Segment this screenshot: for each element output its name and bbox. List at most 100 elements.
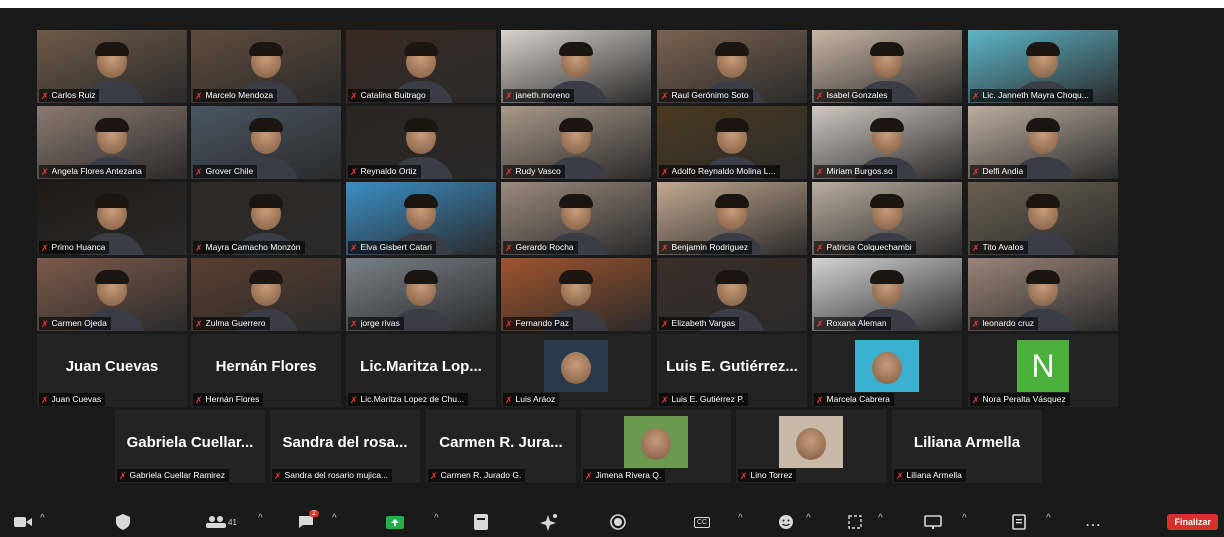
participant-tile[interactable]: Luis E. Gutiérrez... ✗ Luis E. Gutiérrez P… bbox=[657, 334, 807, 407]
captions-icon[interactable]: CC bbox=[694, 511, 711, 533]
participant-name: Sandra del rosario mujica... bbox=[284, 470, 389, 480]
meeting-toolbar: ^ 41 ^ 2 ^ ^ CC ^ ^ ^ ^ ^ ... Finalizar bbox=[0, 508, 1224, 537]
participant-tile[interactable]: ✗ Patricia Colquechambi bbox=[812, 182, 962, 255]
chevron-up-icon[interactable]: ^ bbox=[434, 513, 439, 524]
participant-tile[interactable]: ✗ Catalina Buitrago bbox=[346, 30, 496, 103]
breakout-icon[interactable] bbox=[848, 511, 862, 533]
participant-tile[interactable]: ✗ Primo Huanca bbox=[37, 182, 187, 255]
participant-tile[interactable]: ✗ Roxana Aleman bbox=[812, 258, 962, 331]
participant-name-label: ✗ Primo Huanca bbox=[39, 241, 110, 254]
muted-mic-icon: ✗ bbox=[972, 318, 980, 329]
participant-name-label: ✗ Juan Cuevas bbox=[39, 393, 106, 406]
chevron-up-icon[interactable]: ^ bbox=[738, 513, 743, 524]
participant-name: Carmen Ojeda bbox=[51, 318, 107, 328]
participant-tile[interactable]: ✗ Zulma Guerrero bbox=[191, 258, 341, 331]
video-icon[interactable] bbox=[14, 511, 32, 533]
participant-name-label: ✗ Hernán Flores bbox=[193, 393, 264, 406]
participant-tile[interactable]: Juan Cuevas ✗ Juan Cuevas bbox=[37, 334, 187, 407]
participant-tile[interactable]: ✗ Lic. Janneth Mayra Choqu... bbox=[968, 30, 1118, 103]
participant-tile[interactable]: ✗ Adolfo Reynaldo Molina L... bbox=[657, 106, 807, 179]
participant-name-label: ✗ Zulma Guerrero bbox=[193, 317, 270, 330]
chevron-up-icon[interactable]: ^ bbox=[40, 513, 45, 524]
participant-tile[interactable]: ✗ jorge rivas bbox=[346, 258, 496, 331]
participant-tile[interactable]: ✗ Raul Gerónimo Soto bbox=[657, 30, 807, 103]
participant-name-label: ✗ Catalina Buitrago bbox=[348, 89, 430, 102]
apps-icon[interactable] bbox=[474, 511, 488, 533]
participant-name: Luis Aráoz bbox=[515, 394, 556, 404]
participant-tile[interactable]: ✗ Gerardo Rocha bbox=[501, 182, 651, 255]
participant-name: Adolfo Reynaldo Molina L... bbox=[671, 166, 776, 176]
participant-tile[interactable]: ✗ Miriam Burgos.so bbox=[812, 106, 962, 179]
participant-tile[interactable]: ✗ Marcelo Mendoza bbox=[191, 30, 341, 103]
participant-name: Rudy Vasco bbox=[515, 166, 561, 176]
reactions-icon[interactable] bbox=[778, 511, 794, 533]
participant-tile[interactable]: ✗ Elva Gisbert Catari bbox=[346, 182, 496, 255]
participant-tile[interactable]: ✗ Carlos Ruiz bbox=[37, 30, 187, 103]
participant-name-label: ✗ Benjamin Rodriguez bbox=[659, 241, 753, 254]
muted-mic-icon: ✗ bbox=[661, 318, 669, 329]
participant-tile[interactable]: Carmen R. Jura... ✗ Carmen R. Jurado G. bbox=[426, 410, 576, 483]
whiteboard-icon[interactable] bbox=[924, 511, 942, 533]
participant-tile[interactable]: ✗ Carmen Ojeda bbox=[37, 258, 187, 331]
participant-name-label: ✗ janeth.moreno bbox=[503, 89, 574, 102]
record-icon[interactable] bbox=[610, 511, 626, 533]
share-screen-icon[interactable] bbox=[386, 511, 404, 533]
participant-tile[interactable]: ✗ Benjamin Rodriguez bbox=[657, 182, 807, 255]
chevron-up-icon[interactable]: ^ bbox=[332, 513, 337, 524]
participant-tile[interactable]: ✗ leonardo cruz bbox=[968, 258, 1118, 331]
participant-tile[interactable]: ✗ Tito Avalos bbox=[968, 182, 1118, 255]
chevron-up-icon[interactable]: ^ bbox=[1046, 513, 1051, 524]
muted-mic-icon: ✗ bbox=[661, 90, 669, 101]
participants-icon[interactable]: 41 bbox=[206, 511, 237, 533]
participant-name-label: ✗ Adolfo Reynaldo Molina L... bbox=[659, 165, 780, 178]
chevron-up-icon[interactable]: ^ bbox=[258, 513, 263, 524]
participant-tile[interactable]: Gabriela Cuellar... ✗ Gabriela Cuellar Ram… bbox=[115, 410, 265, 483]
muted-mic-icon: ✗ bbox=[816, 166, 824, 177]
participant-tile[interactable]: ✗ Delfi Andia bbox=[968, 106, 1118, 179]
ai-companion-icon[interactable] bbox=[540, 511, 558, 533]
muted-mic-icon: ✗ bbox=[350, 166, 358, 177]
notes-icon[interactable] bbox=[1012, 511, 1026, 533]
participant-name: Raul Gerónimo Soto bbox=[671, 90, 749, 100]
muted-mic-icon: ✗ bbox=[195, 318, 203, 329]
participant-tile[interactable]: N ✗ Nora Peralta Vásquez bbox=[968, 334, 1118, 407]
muted-mic-icon: ✗ bbox=[195, 90, 203, 101]
participant-tile[interactable]: ✗ Grover Chile bbox=[191, 106, 341, 179]
participant-name: Isabel Gonzales bbox=[826, 90, 888, 100]
participant-tile[interactable]: Sandra del rosa... ✗ Sandra del rosario mu… bbox=[270, 410, 420, 483]
chevron-up-icon[interactable]: ^ bbox=[806, 513, 811, 524]
participant-name: Grover Chile bbox=[205, 166, 254, 176]
muted-mic-icon: ✗ bbox=[816, 242, 824, 253]
participant-tile[interactable]: ✗ Luis Aráoz bbox=[501, 334, 651, 407]
participant-tile[interactable]: ✗ Lino Torrez bbox=[736, 410, 886, 483]
muted-mic-icon: ✗ bbox=[350, 394, 358, 405]
participant-tile[interactable]: ✗ Angela Flores Antezana bbox=[37, 106, 187, 179]
participant-tile[interactable]: Liliana Armella ✗ Liliana Armella bbox=[892, 410, 1042, 483]
participant-tile[interactable]: ✗ Rudy Vasco bbox=[501, 106, 651, 179]
participant-tile[interactable]: ✗ Jimena Rivera Q. bbox=[581, 410, 731, 483]
muted-mic-icon: ✗ bbox=[350, 318, 358, 329]
participant-name: Primo Huanca bbox=[51, 242, 106, 252]
muted-mic-icon: ✗ bbox=[430, 470, 438, 481]
chevron-up-icon[interactable]: ^ bbox=[878, 513, 883, 524]
more-icon[interactable]: ... bbox=[1086, 511, 1102, 533]
chat-icon[interactable]: 2 bbox=[298, 510, 319, 533]
participant-tile[interactable]: ✗ janeth.moreno bbox=[501, 30, 651, 103]
muted-mic-icon: ✗ bbox=[972, 242, 980, 253]
chevron-up-icon[interactable]: ^ bbox=[962, 513, 967, 524]
participant-tile[interactable]: ✗ Fernando Paz bbox=[501, 258, 651, 331]
end-meeting-button[interactable]: Finalizar bbox=[1167, 514, 1218, 530]
cc-label: CC bbox=[694, 516, 711, 528]
participant-name-label: ✗ jorge rivas bbox=[348, 317, 404, 330]
participant-name-label: ✗ Liliana Armella bbox=[894, 469, 966, 482]
participant-tile[interactable]: ✗ Marcela Cabrera bbox=[812, 334, 962, 407]
muted-mic-icon: ✗ bbox=[505, 90, 513, 101]
participant-tile[interactable]: ✗ Reynaldo Ortiz bbox=[346, 106, 496, 179]
participant-tile[interactable]: ✗ Elizabeth Vargas bbox=[657, 258, 807, 331]
participant-tile[interactable]: ✗ Isabel Gonzales bbox=[812, 30, 962, 103]
participant-tile[interactable]: Lic.Maritza Lop... ✗ Lic.Maritza Lopez de … bbox=[346, 334, 496, 407]
participant-tile[interactable]: ✗ Mayra Camacho Monzón bbox=[191, 182, 341, 255]
security-icon[interactable] bbox=[116, 511, 130, 533]
muted-mic-icon: ✗ bbox=[41, 166, 49, 177]
participant-tile[interactable]: Hernán Flores ✗ Hernán Flores bbox=[191, 334, 341, 407]
